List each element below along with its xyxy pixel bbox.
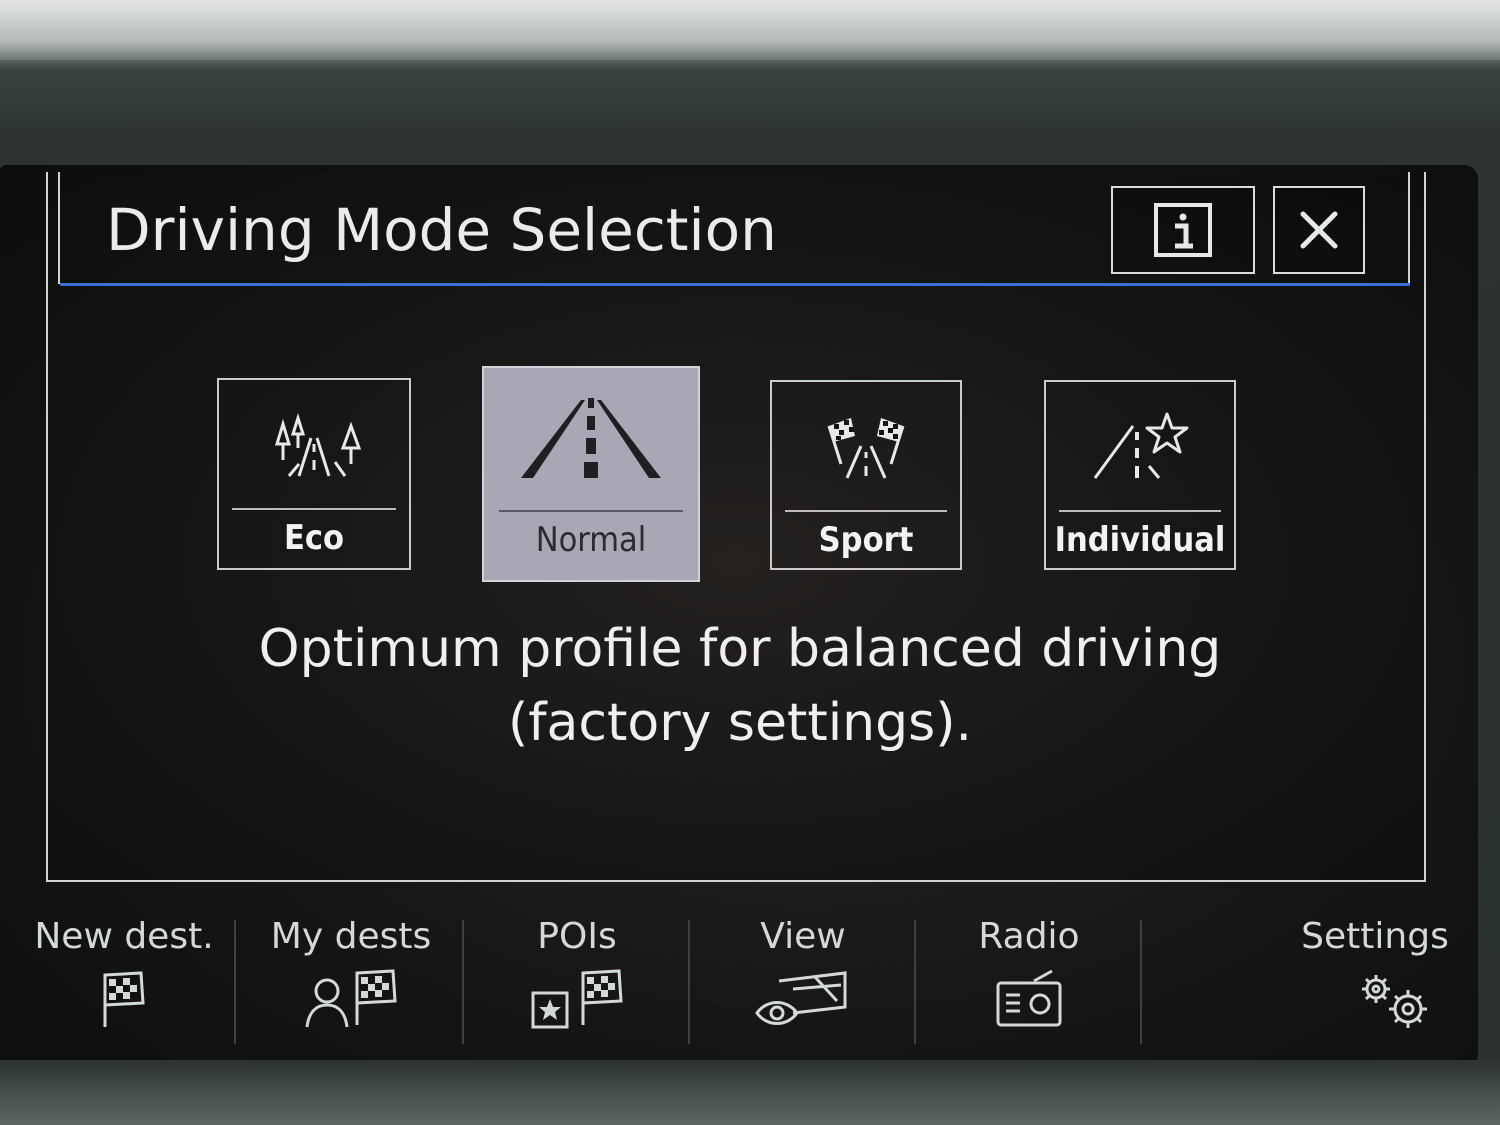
nav-divider xyxy=(1140,920,1142,1044)
mode-sport[interactable]: Sport xyxy=(770,380,962,570)
person-flag-icon xyxy=(305,969,397,1028)
nav-label: POIs xyxy=(537,916,617,957)
mode-separator xyxy=(1059,510,1221,512)
nav-radio[interactable]: Radio xyxy=(918,898,1140,1046)
nav-new-dest[interactable]: New dest. xyxy=(14,898,234,1046)
road-icon xyxy=(521,398,661,478)
device-bezel-top xyxy=(0,0,1500,60)
mode-separator xyxy=(785,510,947,512)
star-road-icon xyxy=(1093,412,1189,479)
nav-settings[interactable]: Settings xyxy=(1280,898,1470,1046)
gears-icon xyxy=(1362,975,1427,1028)
nav-label: View xyxy=(760,916,846,957)
nav-divider xyxy=(462,920,464,1044)
bottom-nav-bar: New dest. My dests POIs View Radio Setti… xyxy=(0,898,1480,1046)
mode-separator xyxy=(232,508,396,510)
mode-description-line1: Optimum profile for balanced driving xyxy=(258,619,1222,679)
mode-description-line2: (factory settings). xyxy=(507,693,973,753)
title-divider xyxy=(60,283,1410,286)
mode-normal[interactable]: Normal xyxy=(482,366,700,582)
mode-label-eco: Eco xyxy=(283,518,345,558)
eye-map-icon xyxy=(755,971,847,1025)
nav-divider xyxy=(914,920,916,1044)
poi-star-flag-icon xyxy=(531,969,623,1029)
nav-pois[interactable]: POIs xyxy=(466,898,688,1046)
radio-icon xyxy=(996,969,1062,1027)
dialog-frame-left xyxy=(58,172,60,284)
nav-view[interactable]: View xyxy=(692,898,914,1046)
nav-my-dests[interactable]: My dests xyxy=(240,898,462,1046)
mode-label-individual: Individual xyxy=(1054,520,1226,560)
mode-individual[interactable]: Individual xyxy=(1044,380,1236,570)
dialog-title: Driving Mode Selection xyxy=(106,196,777,264)
mode-description: Optimum profile for balanced driving (fa… xyxy=(200,612,1280,760)
checkered-flags-road-icon xyxy=(827,418,905,479)
mode-label-normal: Normal xyxy=(535,520,647,560)
info-button[interactable] xyxy=(1111,186,1255,274)
mode-label-sport: Sport xyxy=(818,520,914,560)
info-icon xyxy=(1154,203,1212,257)
mode-separator xyxy=(498,510,684,512)
nav-label: Radio xyxy=(978,916,1080,957)
nav-label: New dest. xyxy=(34,916,214,957)
nav-label: Settings xyxy=(1301,916,1449,957)
device-bezel-bottom xyxy=(0,1060,1500,1125)
checkered-flag-icon xyxy=(103,971,145,1027)
nav-divider xyxy=(234,920,236,1044)
nav-label: My dests xyxy=(270,916,432,957)
dialog-frame-right xyxy=(1408,172,1410,284)
mode-eco[interactable]: Eco xyxy=(217,378,411,570)
close-icon xyxy=(1300,211,1338,249)
eco-trees-road-icon xyxy=(274,412,362,477)
nav-divider xyxy=(688,920,690,1044)
close-button[interactable] xyxy=(1273,186,1365,274)
